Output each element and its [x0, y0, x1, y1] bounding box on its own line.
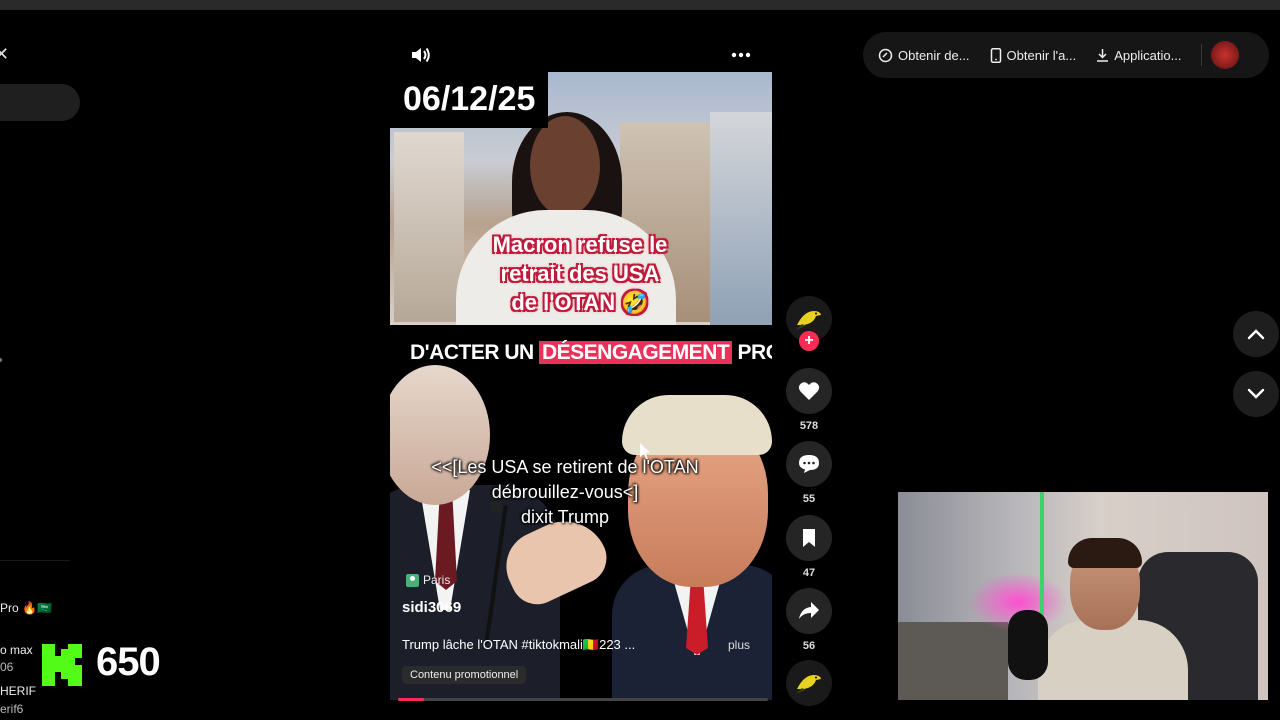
like-button[interactable] [786, 368, 832, 414]
get-coins-button[interactable]: Obtenir de... [878, 48, 970, 63]
webcam-scene-part [898, 622, 1008, 700]
save-button[interactable] [786, 515, 832, 561]
anchor-figure [530, 116, 600, 216]
search-pill[interactable] [0, 84, 80, 121]
share-count: 56 [802, 640, 816, 652]
save-action: 47 [786, 515, 832, 579]
toolbar-label: Obtenir de... [898, 47, 970, 63]
chat-message: erif6 [0, 702, 24, 716]
promo-badge[interactable]: Contenu promotionnel [402, 666, 527, 684]
chat-message: 06 [0, 660, 14, 674]
headline-text: PROGRES [737, 341, 772, 364]
streamer-figure [1068, 538, 1142, 568]
progress-fill [398, 698, 424, 701]
chat-divider [0, 560, 70, 561]
share-action: 56 [786, 588, 832, 652]
chevron-up-icon [1247, 329, 1265, 340]
headline-highlight: DÉSENGAGEMENT [539, 341, 733, 364]
caption-line: retrait des USA [500, 261, 660, 286]
close-icon[interactable]: ✕ [0, 44, 9, 65]
download-icon [1097, 49, 1109, 62]
browser-top-strip [0, 0, 1280, 10]
webcam-microphone [1008, 610, 1048, 680]
streamer-figure [1038, 620, 1188, 700]
background-building [394, 132, 464, 322]
heart-icon [798, 382, 820, 400]
coin-icon [878, 48, 893, 62]
comment-action: 55 [786, 441, 832, 505]
news-frame: 06/12/25 Macron refuse le retrait des US… [390, 72, 772, 330]
top-toolbar: Obtenir de... Obtenir l'a... Applicatio.… [863, 32, 1269, 78]
video-player[interactable]: 06/12/25 Macron refuse le retrait des US… [390, 72, 772, 700]
webcam-overlay [898, 492, 1268, 700]
caption-line: Macron refuse le [492, 232, 668, 257]
sound-avatar[interactable] [786, 660, 832, 706]
caption-line: <<[Les USA se retirent de l'OTAN [431, 457, 699, 477]
get-app-button[interactable]: Obtenir l'a... [990, 47, 1077, 63]
save-count: 47 [802, 567, 816, 579]
figure-part [622, 395, 772, 455]
chevron-down-icon [1247, 388, 1265, 399]
bird-avatar-icon [796, 675, 821, 694]
caption-bottom: <<[Les USA se retirent de l'OTAN débroui… [390, 455, 740, 530]
location-label: Paris [423, 573, 451, 587]
comment-button[interactable] [786, 441, 832, 487]
phone-icon [990, 47, 1001, 63]
location-pin-icon [406, 573, 419, 587]
bookmark-icon [803, 529, 815, 547]
caption-line: débrouillez-vous<] [491, 482, 639, 502]
toolbar-separator [1201, 44, 1203, 66]
more-options-icon[interactable] [730, 45, 752, 65]
right-figure [612, 395, 772, 700]
chat-username: o max [0, 643, 33, 657]
volume-icon[interactable] [410, 45, 432, 65]
toolbar-label: Applicatio... [1114, 47, 1182, 63]
headline-banner: D'ACTER UN DÉSENGAGEMENT PROGRES [410, 341, 772, 365]
comment-icon [799, 455, 819, 473]
comment-count: 55 [802, 493, 816, 505]
like-action: 578 [786, 368, 832, 432]
leaders-frame: D'ACTER UN DÉSENGAGEMENT PROGRES <<[Les … [390, 325, 772, 700]
chat-message: Pro 🔥🇸🇦 [0, 601, 52, 615]
video-progress-bar[interactable] [398, 698, 768, 701]
more-link[interactable]: plus [728, 638, 750, 652]
kick-logo-icon [42, 644, 82, 686]
author-username[interactable]: sidi3069 [402, 599, 461, 616]
background-building [710, 112, 772, 325]
scroll-dot [0, 358, 2, 362]
caption-line: de l'OTAN 🤣 [511, 290, 649, 315]
headline-text: D'ACTER UN [410, 341, 539, 364]
caption-line: dixit Trump [520, 507, 610, 527]
caption-top: Macron refuse le retrait des USA de l'OT… [480, 230, 680, 317]
bird-avatar-icon [796, 311, 821, 330]
date-badge: 06/12/25 [390, 72, 549, 128]
toolbar-label: Obtenir l'a... [1006, 47, 1077, 63]
viewer-count: 650 [96, 640, 161, 684]
share-button[interactable] [786, 588, 832, 634]
previous-video-button[interactable] [1233, 311, 1279, 357]
location-badge[interactable]: Paris [406, 573, 450, 587]
like-count: 578 [799, 420, 819, 432]
follow-button[interactable]: + [799, 331, 819, 351]
desktop-app-button[interactable]: Applicatio... [1096, 48, 1181, 63]
next-video-button[interactable] [1233, 371, 1279, 417]
video-description: Trump lâche l'OTAN #tiktokmali🇲🇱223 ... [402, 637, 636, 652]
share-icon [799, 602, 819, 619]
user-avatar[interactable] [1211, 41, 1240, 69]
chat-username: HERIF [0, 684, 36, 698]
